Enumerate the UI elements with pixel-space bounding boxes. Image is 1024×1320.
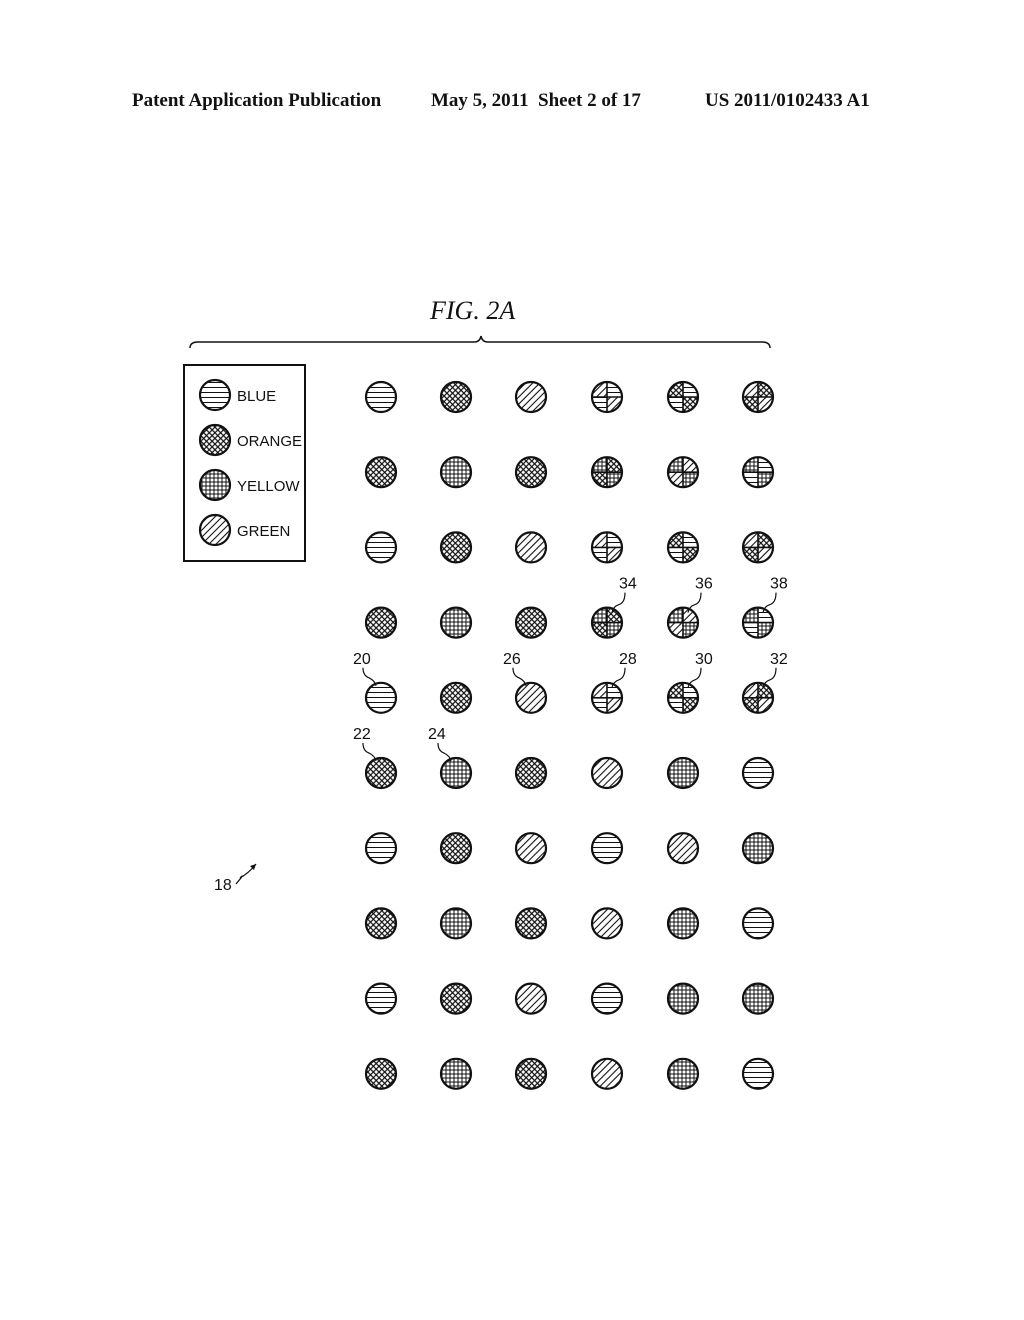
array-ref-label: 18 bbox=[214, 877, 232, 894]
reference-callout: 32 bbox=[762, 651, 788, 688]
figure-canvas: BLUE ORANGE YELLOW GREEN 34 36 38 20 26 28 30 32 22… bbox=[183, 335, 788, 1090]
circle-orange bbox=[514, 606, 548, 639]
circle-yellow bbox=[666, 907, 700, 940]
circle-orange bbox=[364, 907, 398, 940]
circle-green bbox=[590, 756, 624, 790]
circle-green bbox=[666, 832, 700, 865]
reference-callout: 34 bbox=[611, 576, 637, 613]
circle-orange bbox=[514, 456, 548, 489]
circle-orange bbox=[364, 606, 398, 639]
circle-yellow bbox=[439, 606, 473, 639]
reference-callout: 36 bbox=[687, 576, 713, 613]
circle-yellow bbox=[666, 982, 700, 1015]
circle-orange bbox=[364, 756, 398, 790]
quadrant-circle bbox=[666, 380, 700, 414]
quadrant-circle bbox=[666, 606, 700, 639]
circle-green bbox=[590, 907, 624, 940]
callout-number: 22 bbox=[353, 726, 371, 743]
quadrant-circle bbox=[741, 456, 775, 489]
circle-blue bbox=[590, 832, 624, 865]
circle-yellow bbox=[439, 1057, 473, 1090]
legend-swatch-blue bbox=[198, 378, 232, 412]
circle-yellow bbox=[741, 982, 775, 1015]
circle-green bbox=[514, 681, 548, 714]
callout-number: 34 bbox=[619, 576, 637, 593]
callout-number: 20 bbox=[353, 651, 371, 668]
circle-blue bbox=[741, 756, 775, 790]
callout-number: 28 bbox=[619, 651, 637, 668]
quadrant-circle bbox=[741, 681, 775, 714]
circle-blue bbox=[741, 907, 775, 940]
array-reference: 18 bbox=[214, 863, 257, 894]
circle-orange bbox=[439, 380, 473, 414]
circle-blue bbox=[590, 982, 624, 1015]
legend-label-green: GREEN bbox=[237, 523, 290, 540]
circle-yellow bbox=[439, 907, 473, 940]
legend-label-yellow: YELLOW bbox=[237, 478, 300, 495]
circle-orange bbox=[364, 1057, 398, 1090]
quadrant-circle bbox=[590, 380, 624, 414]
legend-swatch-green bbox=[198, 513, 232, 547]
callout-number: 36 bbox=[695, 576, 713, 593]
circle-green bbox=[514, 832, 548, 865]
callout-number: 24 bbox=[428, 726, 446, 743]
circle-orange bbox=[439, 832, 473, 865]
reference-callout: 38 bbox=[762, 576, 788, 613]
callout-leader-line bbox=[437, 742, 452, 762]
circle-yellow bbox=[439, 756, 473, 790]
circle-orange bbox=[514, 907, 548, 940]
callout-leader-line bbox=[362, 742, 377, 762]
legend-label-blue: BLUE bbox=[237, 388, 276, 405]
legend-swatch-yellow bbox=[198, 468, 232, 502]
circle-blue bbox=[364, 380, 398, 414]
reference-callout: 26 bbox=[503, 651, 527, 686]
circle-orange bbox=[439, 982, 473, 1015]
reference-callout: 30 bbox=[687, 651, 713, 688]
circle-blue bbox=[741, 1057, 775, 1090]
legend-label-orange: ORANGE bbox=[237, 433, 302, 450]
circle-yellow bbox=[666, 1057, 700, 1090]
circle-orange bbox=[439, 531, 473, 564]
callout-leader-line bbox=[362, 667, 377, 686]
reference-callout: 22 bbox=[353, 726, 377, 762]
callout-number: 38 bbox=[770, 576, 788, 593]
quadrant-circle bbox=[666, 456, 700, 489]
circle-green bbox=[514, 531, 548, 564]
callout-number: 26 bbox=[503, 651, 521, 668]
quadrant-circle bbox=[590, 681, 624, 714]
callout-leader-line bbox=[512, 667, 527, 686]
reference-callout: 24 bbox=[428, 726, 452, 762]
quadrant-circle bbox=[666, 531, 700, 564]
callout-number: 32 bbox=[770, 651, 788, 668]
circle-orange bbox=[439, 681, 473, 714]
circle-orange bbox=[514, 756, 548, 790]
circle-blue bbox=[364, 982, 398, 1015]
quadrant-circle bbox=[590, 531, 624, 564]
legend-swatch-orange bbox=[198, 423, 232, 457]
quadrant-circle bbox=[741, 531, 775, 564]
circle-green bbox=[514, 982, 548, 1015]
quadrant-circle bbox=[741, 606, 775, 639]
circle-green bbox=[514, 380, 548, 414]
circle-orange bbox=[514, 1057, 548, 1090]
circle-blue bbox=[364, 832, 398, 865]
callout-number: 30 bbox=[695, 651, 713, 668]
circle-blue bbox=[364, 681, 398, 714]
quadrant-circle bbox=[590, 456, 624, 489]
circle-yellow bbox=[741, 832, 775, 865]
circle-green bbox=[590, 1057, 624, 1090]
circle-blue bbox=[364, 531, 398, 564]
reference-callout: 20 bbox=[353, 651, 377, 686]
quadrant-circle bbox=[666, 681, 700, 714]
circle-yellow bbox=[666, 756, 700, 790]
reference-callout: 28 bbox=[611, 651, 637, 688]
circle-yellow bbox=[439, 456, 473, 489]
circle-orange bbox=[364, 456, 398, 489]
quadrant-circle bbox=[741, 380, 775, 414]
quadrant-circle bbox=[590, 606, 624, 639]
figure-brace bbox=[189, 335, 771, 349]
